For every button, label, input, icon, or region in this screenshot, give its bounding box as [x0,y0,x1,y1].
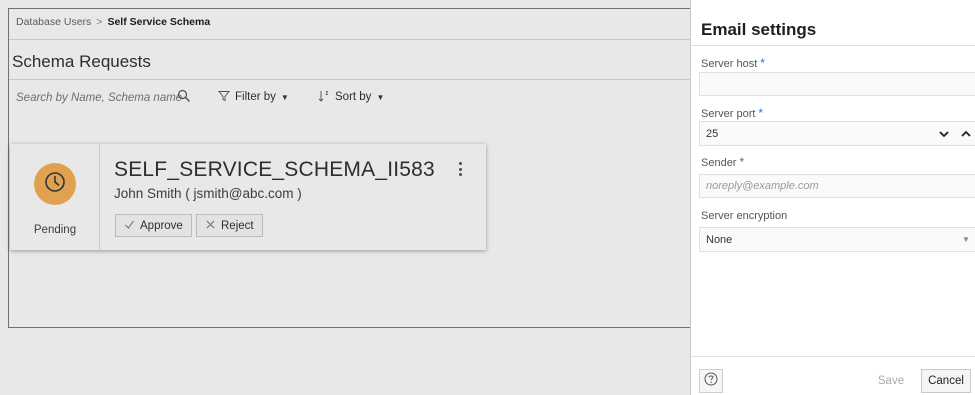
caret-down-icon: ▼ [962,235,970,244]
help-icon [704,372,718,391]
chevron-down-icon[interactable] [936,125,952,143]
server-port-stepper[interactable]: 25 [699,121,975,146]
server-host-label: Server host * [701,56,765,70]
server-port-value: 25 [706,128,719,140]
sender-field[interactable] [699,174,975,198]
sender-label: Sender * [701,155,745,169]
server-encryption-select[interactable]: None ▼ [699,227,975,252]
required-marker: * [760,56,765,70]
save-button[interactable]: Save [869,369,913,393]
required-marker: * [739,155,745,169]
divider [691,356,975,357]
required-marker: * [758,106,764,120]
server-encryption-value: None [706,234,733,246]
divider [691,45,975,46]
cancel-button[interactable]: Cancel [921,369,971,393]
server-port-label: Server port * [701,106,764,120]
email-settings-drawer: Email settings Server host * Server port *… [690,0,975,395]
help-button[interactable] [699,369,723,393]
server-encryption-label: Server encryption [701,210,788,222]
drawer-title: Email settings [701,20,817,39]
server-host-field[interactable] [699,72,975,96]
modal-overlay[interactable] [0,0,690,395]
chevron-up-icon[interactable] [958,125,974,143]
